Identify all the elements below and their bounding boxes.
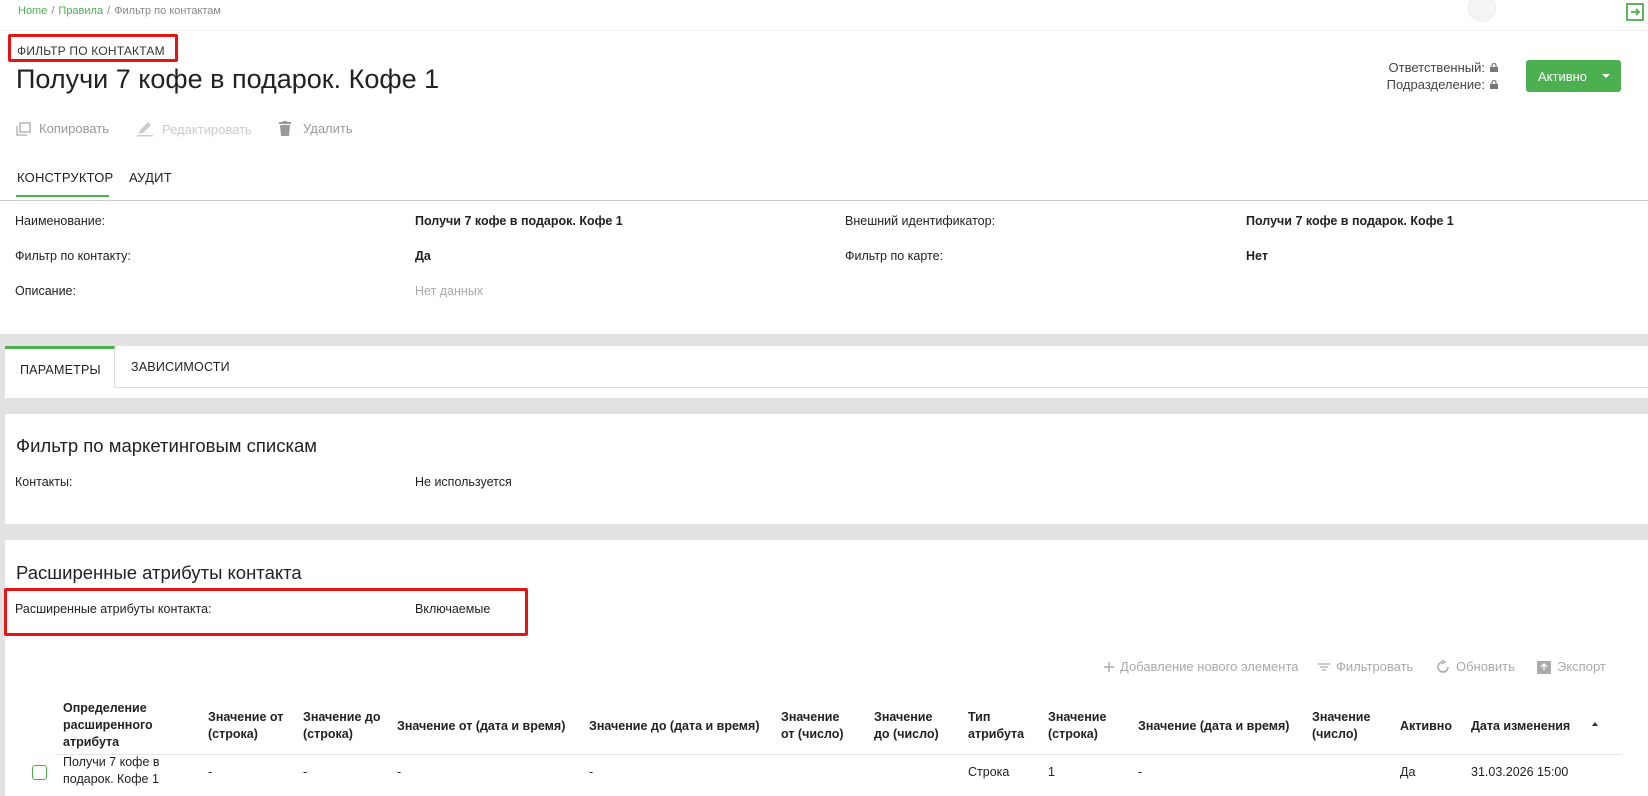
- description-label: Описание:: [15, 284, 76, 298]
- description-value: Нет данных: [415, 284, 484, 298]
- refresh-icon: [1437, 659, 1449, 673]
- filter-button[interactable]: Фильтровать: [1318, 659, 1413, 674]
- breadcrumb-current: Фильтр по контактам: [114, 5, 221, 17]
- card-filter-value: Нет: [1246, 249, 1268, 263]
- edit-button-label: Редактировать: [162, 121, 252, 137]
- division-row: Подразделение:: [1387, 76, 1498, 93]
- column-header[interactable]: Тип атрибута: [968, 709, 1033, 743]
- ext-attrs-value: Включаемые: [415, 602, 491, 616]
- user-menu[interactable]: [1468, 0, 1608, 26]
- pencil-icon: [137, 122, 153, 137]
- add-item-label: Добавление нового элемента: [1120, 659, 1299, 674]
- breadcrumb-home-link[interactable]: Home: [18, 5, 47, 17]
- breadcrumb: Home / Правила / Фильтр по контактам: [18, 5, 221, 17]
- ext-attrs-section-title: Расширенные атрибуты контакта: [16, 562, 302, 583]
- record-meta: Ответственный: Подразделение:: [1387, 59, 1498, 93]
- table-cell: -: [397, 765, 402, 779]
- export-label: Экспорт: [1557, 659, 1606, 674]
- ext-attrs-label: Расширенные атрибуты контакта:: [15, 602, 212, 616]
- delete-button[interactable]: Удалить: [279, 121, 353, 136]
- column-header[interactable]: Значение от (строка): [208, 709, 294, 743]
- add-item-button[interactable]: Добавление нового элемента: [1104, 659, 1299, 674]
- row-checkbox[interactable]: [32, 765, 47, 780]
- export-icon: [1537, 660, 1551, 674]
- tab-audit[interactable]: АУДИТ: [129, 170, 172, 185]
- column-header[interactable]: Активно: [1400, 718, 1452, 735]
- contact-filter-value: Да: [415, 249, 431, 263]
- table-cell: 1: [1048, 765, 1055, 779]
- tab-dependencies[interactable]: ЗАВИСИМОСТИ: [131, 360, 230, 374]
- header-divider: [0, 30, 1648, 31]
- column-header[interactable]: Значение до (число): [874, 709, 949, 743]
- column-header[interactable]: Значение до (строка): [303, 709, 383, 743]
- column-header[interactable]: Значение (строка): [1048, 709, 1123, 743]
- sort-ascending-icon: [1592, 722, 1598, 726]
- filter-label: Фильтровать: [1336, 659, 1414, 674]
- delete-button-label: Удалить: [303, 121, 353, 136]
- responsible-row: Ответственный:: [1387, 59, 1498, 76]
- table-header-divider: [55, 754, 1622, 755]
- name-value: Получи 7 кофе в подарок. Кофе 1: [415, 214, 623, 228]
- division-label: Подразделение:: [1386, 77, 1485, 92]
- subtabs-panel: [5, 346, 1648, 398]
- copy-button[interactable]: Копировать: [16, 121, 109, 136]
- marketing-section-title: Фильтр по маркетинговым спискам: [16, 435, 318, 456]
- filter-icon: [1318, 662, 1330, 671]
- row-definition-link[interactable]: Получи 7 кофе в подарок. Кофе 1: [63, 754, 173, 788]
- column-header[interactable]: Значение (дата и время): [1138, 718, 1289, 735]
- avatar: [1468, 0, 1496, 22]
- name-label: Наименование:: [15, 214, 106, 228]
- lock-icon: [1490, 63, 1498, 72]
- marketing-lists-panel: [5, 414, 1648, 524]
- table-cell: -: [303, 765, 308, 779]
- column-header[interactable]: Значение от (число): [781, 709, 856, 743]
- tab-constructor[interactable]: КОНСТРУКТОР: [17, 170, 113, 185]
- export-button[interactable]: Экспорт: [1537, 659, 1606, 674]
- subtabs-divider: [5, 387, 1648, 388]
- column-header[interactable]: Значение от (дата и время): [397, 718, 565, 735]
- copy-button-label: Копировать: [39, 121, 109, 136]
- refresh-label: Обновить: [1456, 659, 1515, 674]
- responsible-label: Ответственный:: [1388, 60, 1485, 75]
- status-dropdown-button[interactable]: Активно: [1526, 60, 1621, 92]
- active-tab-indicator: [16, 195, 109, 197]
- table-cell: 31.03.2026 15:00: [1471, 765, 1569, 779]
- page-title: Получи 7 кофе в подарок. Кофе 1: [16, 64, 440, 94]
- column-header[interactable]: Значение (число): [1312, 709, 1387, 743]
- contacts-value: Не используется: [415, 475, 512, 489]
- column-header-sorted[interactable]: Дата изменения: [1471, 718, 1570, 735]
- table-cell: -: [208, 765, 213, 779]
- chevron-down-icon: [1602, 74, 1610, 78]
- table-cell: -: [589, 765, 594, 779]
- column-header[interactable]: Определение расширенного атрибута: [63, 700, 203, 751]
- card-filter-label: Фильтр по карте:: [845, 249, 944, 263]
- logout-icon[interactable]: [1625, 2, 1645, 22]
- lock-icon: [1490, 80, 1498, 89]
- tab-parameters[interactable]: ПАРАМЕТРЫ: [5, 346, 115, 388]
- tabs-divider: [0, 200, 1648, 201]
- status-label: Активно: [1538, 68, 1588, 84]
- column-header[interactable]: Значение до (дата и время): [589, 718, 760, 735]
- refresh-button[interactable]: Обновить: [1436, 659, 1515, 674]
- external-id-label: Внешний идентификатор:: [845, 214, 996, 228]
- table-cell: Да: [1400, 765, 1416, 779]
- contacts-label: Контакты:: [15, 475, 73, 489]
- breadcrumb-rules-link[interactable]: Правила: [58, 5, 103, 17]
- table-cell: Строка: [968, 765, 1010, 779]
- contact-filter-label: Фильтр по контакту:: [15, 249, 131, 263]
- record-type-label: ФИЛЬТР ПО КОНТАКТАМ: [17, 44, 165, 58]
- table-cell: -: [1138, 765, 1143, 779]
- plus-icon: [1104, 661, 1114, 672]
- trash-icon: [279, 121, 291, 136]
- edit-button[interactable]: Редактировать: [136, 121, 252, 137]
- tab-parameters-label: ПАРАМЕТРЫ: [20, 363, 101, 377]
- external-id-value: Получи 7 кофе в подарок. Кофе 1: [1246, 214, 1454, 228]
- copy-icon: [16, 121, 31, 136]
